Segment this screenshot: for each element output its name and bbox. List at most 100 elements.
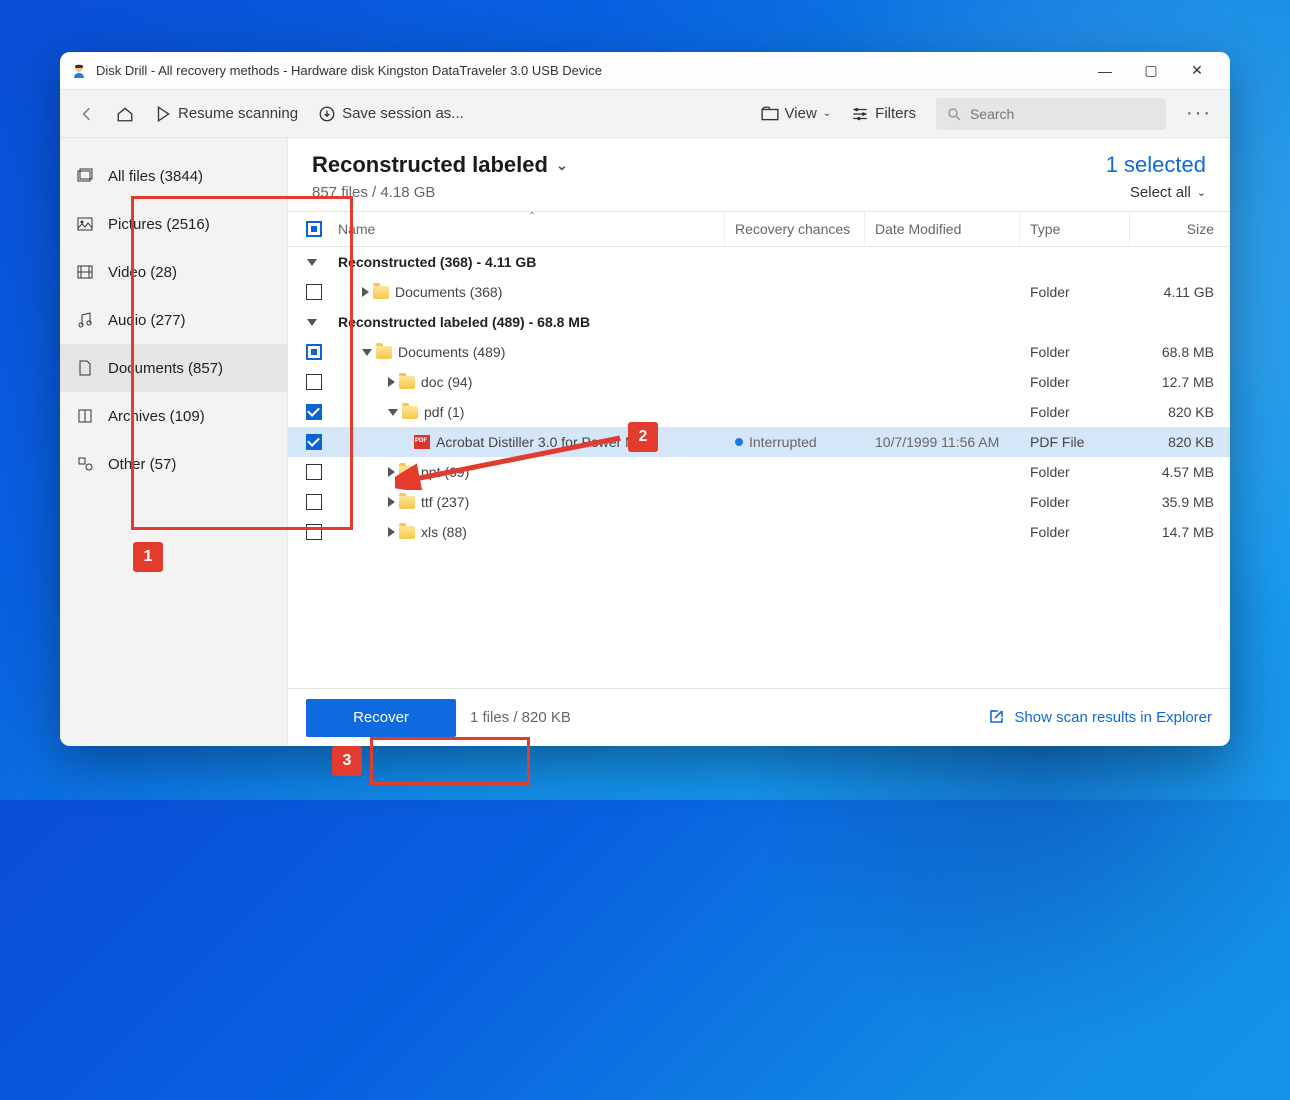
file-name: xls (88) <box>421 524 467 540</box>
expand-icon[interactable] <box>388 497 395 507</box>
recover-button[interactable]: Recover <box>306 699 456 737</box>
back-icon[interactable] <box>78 105 96 123</box>
archive-icon <box>76 407 94 425</box>
image-icon <box>76 215 94 233</box>
column-name[interactable]: Name⌃ <box>332 212 725 246</box>
column-size[interactable]: Size <box>1130 212 1230 246</box>
column-type[interactable]: Type <box>1020 212 1130 246</box>
close-button[interactable]: ✕ <box>1174 56 1220 86</box>
titlebar: Disk Drill - All recovery methods - Hard… <box>60 52 1230 90</box>
maximize-button[interactable]: ▢ <box>1128 56 1174 86</box>
stack-icon <box>76 167 94 185</box>
table-row[interactable]: xls (88) Folder 14.7 MB <box>288 517 1230 547</box>
expand-icon[interactable] <box>388 409 398 416</box>
filters-button[interactable]: Filters <box>851 105 916 123</box>
resume-label: Resume scanning <box>178 105 298 122</box>
main-header: Reconstructed labeled⌄ 857 files / 4.18 … <box>288 138 1230 211</box>
file-name: ttf (237) <box>421 494 469 510</box>
resume-scanning-button[interactable]: Resume scanning <box>154 105 298 123</box>
document-icon <box>76 359 94 377</box>
table-row[interactable]: pdf (1) Folder 820 KB <box>288 397 1230 427</box>
table-row[interactable]: Documents (489) Folder 68.8 MB <box>288 337 1230 367</box>
table-row[interactable]: Documents (368) Folder 4.11 GB <box>288 277 1230 307</box>
file-type: Folder <box>1020 457 1130 487</box>
view-subtitle: 857 files / 4.18 GB <box>312 184 1106 201</box>
file-name: doc (94) <box>421 374 472 390</box>
expand-icon[interactable] <box>388 377 395 387</box>
search-input[interactable] <box>970 106 1156 122</box>
minimize-button[interactable]: — <box>1082 56 1128 86</box>
group-label: Reconstructed labeled (489) - 68.8 MB <box>338 314 590 330</box>
file-type: Folder <box>1020 517 1130 547</box>
download-icon <box>318 105 336 123</box>
recovery-status: Interrupted <box>749 434 817 450</box>
file-type: Folder <box>1020 337 1130 367</box>
show-in-explorer-link[interactable]: Show scan results in Explorer <box>988 707 1212 729</box>
app-icon <box>70 62 88 80</box>
chevron-down-icon: ⌄ <box>1197 186 1206 199</box>
table-row[interactable]: doc (94) Folder 12.7 MB <box>288 367 1230 397</box>
view-title-dropdown[interactable]: Reconstructed labeled⌄ <box>312 152 1106 178</box>
file-size: 820 KB <box>1130 427 1230 457</box>
folder-icon <box>399 526 415 539</box>
status-dot-icon <box>735 438 743 446</box>
annotation-arrow <box>395 430 630 490</box>
expand-icon[interactable] <box>388 467 395 477</box>
save-label: Save session as... <box>342 105 464 122</box>
view-dropdown[interactable]: View ⌄ <box>761 105 832 123</box>
selection-count: 1 selected <box>1106 152 1206 178</box>
external-link-icon <box>988 707 1006 729</box>
chevron-down-icon: ⌄ <box>823 108 831 119</box>
file-size: 820 KB <box>1130 397 1230 427</box>
column-date[interactable]: Date Modified <box>865 212 1020 246</box>
group-row[interactable]: Reconstructed labeled (489) - 68.8 MB <box>288 307 1230 337</box>
sort-indicator-icon: ⌃ <box>528 211 536 222</box>
file-type: Folder <box>1020 277 1130 307</box>
annotation-box-3 <box>370 737 530 785</box>
toolbar: Resume scanning Save session as... View … <box>60 90 1230 138</box>
sliders-icon <box>851 105 869 123</box>
group-row[interactable]: Reconstructed (368) - 4.11 GB <box>288 247 1230 277</box>
file-size: 12.7 MB <box>1130 367 1230 397</box>
save-session-button[interactable]: Save session as... <box>318 105 464 123</box>
file-size: 4.11 GB <box>1130 277 1230 307</box>
music-icon <box>76 311 94 329</box>
folder-icon <box>376 346 392 359</box>
file-type: Folder <box>1020 367 1130 397</box>
window-title: Disk Drill - All recovery methods - Hard… <box>96 63 1082 78</box>
play-icon <box>154 105 172 123</box>
annotation-badge-1: 1 <box>133 542 163 572</box>
file-size: 35.9 MB <box>1130 487 1230 517</box>
column-recovery[interactable]: Recovery chances <box>725 212 865 246</box>
table-row[interactable]: ttf (237) Folder 35.9 MB <box>288 487 1230 517</box>
view-label: View <box>785 105 817 122</box>
view-title: Reconstructed labeled <box>312 152 548 178</box>
file-type: PDF File <box>1020 427 1130 457</box>
home-icon[interactable] <box>116 105 134 123</box>
expand-icon[interactable] <box>388 527 395 537</box>
file-name: pdf (1) <box>424 404 464 420</box>
table-header: Name⌃ Recovery chances Date Modified Typ… <box>288 211 1230 247</box>
file-type: Folder <box>1020 397 1130 427</box>
annotation-box-1 <box>131 196 353 530</box>
more-button[interactable]: ··· <box>1186 102 1212 125</box>
shapes-icon <box>76 455 94 473</box>
sidebar-item-all-files[interactable]: All files (3844) <box>60 152 287 200</box>
folder-icon <box>761 105 779 123</box>
expand-icon[interactable] <box>362 287 369 297</box>
file-size: 4.57 MB <box>1130 457 1230 487</box>
film-icon <box>76 263 94 281</box>
select-all-label: Select all <box>1130 184 1191 201</box>
select-all-dropdown[interactable]: Select all ⌄ <box>1106 184 1206 201</box>
folder-icon <box>399 496 415 509</box>
group-label: Reconstructed (368) - 4.11 GB <box>338 254 536 270</box>
explorer-label: Show scan results in Explorer <box>1014 709 1212 726</box>
expand-icon[interactable] <box>362 349 372 356</box>
search-box[interactable] <box>936 98 1166 130</box>
folder-icon <box>402 406 418 419</box>
file-date: 10/7/1999 11:56 AM <box>865 427 1020 457</box>
file-name: Documents (489) <box>398 344 505 360</box>
file-size: 14.7 MB <box>1130 517 1230 547</box>
footer-selection-info: 1 files / 820 KB <box>470 709 571 726</box>
file-type: Folder <box>1020 487 1130 517</box>
